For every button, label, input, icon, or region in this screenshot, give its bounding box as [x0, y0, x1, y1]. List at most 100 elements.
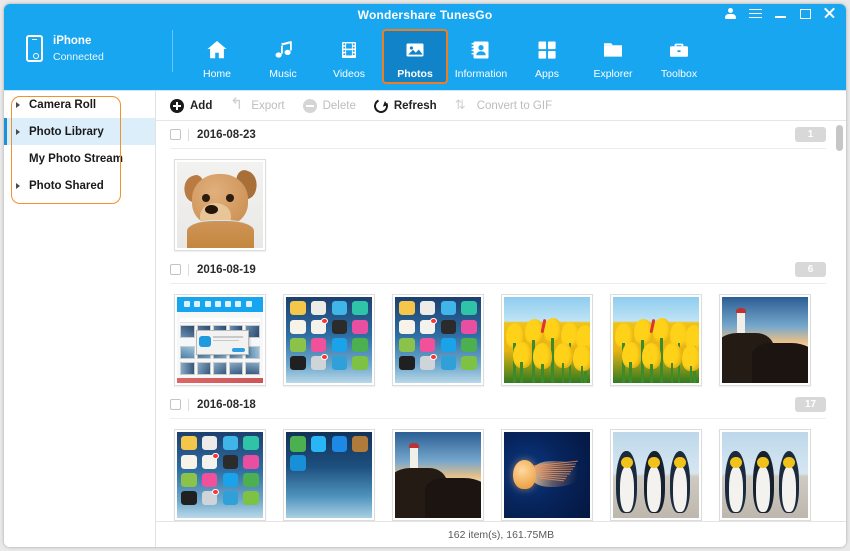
minimize-button[interactable]	[775, 9, 787, 19]
menu-icon[interactable]	[749, 9, 762, 19]
header-separator	[188, 264, 189, 276]
header-separator	[188, 129, 189, 141]
group-date-label: 2016-08-23	[197, 129, 256, 141]
gallery-scrollbar-thumb[interactable]	[836, 125, 843, 151]
main-navigation: Home Music Videos Photos Information Apps Expl…	[184, 29, 712, 84]
refresh-button[interactable]: Refresh	[374, 99, 437, 113]
account-icon[interactable]	[725, 8, 736, 19]
status-bar: 162 item(s), 161.75MB	[156, 521, 846, 547]
toolbar-button-label: Export	[251, 100, 284, 112]
folder-icon	[601, 37, 625, 63]
photo-thumbnail-row	[170, 284, 840, 391]
group-date-label: 2016-08-18	[197, 399, 256, 411]
sidebar-item-label: My Photo Stream	[29, 153, 123, 165]
photo-date-group: 2016-08-196	[170, 256, 840, 391]
group-count-badge: 1	[795, 127, 826, 142]
photo-thumbnail[interactable]	[283, 429, 375, 521]
group-select-checkbox[interactable]	[170, 129, 181, 140]
photo-thumbnail[interactable]	[610, 294, 702, 386]
refresh-icon	[372, 97, 390, 115]
photo-thumbnail-row	[170, 419, 840, 521]
app-header: Wondershare TunesGo iPhone Connected Hom…	[4, 4, 846, 90]
close-button[interactable]	[824, 8, 836, 19]
nav-item-videos[interactable]: Videos	[316, 29, 382, 84]
photo-date-group: 2016-08-23 1	[170, 121, 840, 256]
toolbar-button-label: Convert to GIF	[477, 100, 552, 112]
chevron-right-icon	[16, 129, 20, 135]
photo-thumbnail[interactable]	[610, 429, 702, 521]
photo-date-group: 2016-08-18 17	[170, 391, 840, 521]
nav-item-label: Videos	[333, 68, 365, 80]
picture-icon	[403, 37, 427, 63]
photo-thumbnail[interactable]	[501, 294, 593, 386]
group-select-checkbox[interactable]	[170, 264, 181, 275]
photo-thumbnail[interactable]	[392, 429, 484, 521]
nav-item-label: Music	[269, 68, 296, 80]
gallery-scrollbar[interactable]	[836, 125, 843, 517]
sidebar: Camera Roll Photo Library My Photo Stream P…	[4, 91, 156, 547]
device-name: iPhone	[53, 34, 104, 50]
header-divider	[172, 30, 173, 72]
nav-item-apps[interactable]: Apps	[514, 29, 580, 84]
title-bar: Wondershare TunesGo	[4, 4, 846, 30]
nav-item-information[interactable]: Information	[448, 29, 514, 84]
photo-thumbnail[interactable]	[719, 429, 811, 521]
music-note-icon	[271, 37, 295, 63]
app-body: Camera Roll Photo Library My Photo Stream P…	[4, 90, 846, 547]
group-count-badge: 6	[795, 262, 826, 277]
content-area: Add Export Delete Refresh Convert to GIF 201…	[156, 91, 846, 547]
nav-item-label: Home	[203, 68, 231, 80]
window-title: Wondershare TunesGo	[4, 8, 846, 22]
export-arrow-icon	[230, 99, 245, 113]
photo-thumbnail[interactable]	[392, 294, 484, 386]
photo-thumbnail[interactable]	[174, 294, 266, 386]
nav-item-explorer[interactable]: Explorer	[580, 29, 646, 84]
group-count-badge: 17	[795, 397, 826, 412]
nav-item-photos[interactable]: Photos	[382, 29, 448, 84]
nav-item-label: Apps	[535, 68, 559, 80]
film-strip-icon	[337, 37, 361, 63]
toolbar-button-label: Add	[190, 100, 212, 112]
convert-to-gif-button: Convert to GIF	[455, 99, 552, 112]
briefcase-icon	[667, 37, 691, 63]
maximize-button[interactable]	[800, 9, 811, 19]
photo-thumbnail[interactable]	[719, 294, 811, 386]
photo-thumbnail[interactable]	[501, 429, 593, 521]
window-controls	[725, 8, 836, 19]
sidebar-item-photo-shared[interactable]: Photo Shared	[4, 172, 155, 199]
nav-item-toolbox[interactable]: Toolbox	[646, 29, 712, 84]
nav-item-music[interactable]: Music	[250, 29, 316, 84]
add-button[interactable]: Add	[170, 99, 212, 113]
nav-item-label: Photos	[397, 68, 433, 80]
photo-thumbnail[interactable]	[174, 429, 266, 521]
nav-item-label: Toolbox	[661, 68, 697, 80]
action-toolbar: Add Export Delete Refresh Convert to GIF	[156, 91, 846, 121]
date-group-header: 2016-08-23 1	[170, 121, 826, 149]
group-select-checkbox[interactable]	[170, 399, 181, 410]
chevron-right-icon	[16, 183, 20, 189]
photo-thumbnail[interactable]	[283, 294, 375, 386]
plus-circle-icon	[170, 99, 184, 113]
export-button: Export	[230, 99, 284, 113]
photo-thumbnail[interactable]	[174, 159, 266, 251]
device-info[interactable]: iPhone Connected	[26, 34, 104, 64]
nav-item-label: Explorer	[593, 68, 632, 80]
nav-item-label: Information	[455, 68, 508, 80]
sidebar-item-label: Camera Roll	[29, 99, 96, 111]
chevron-right-icon	[16, 102, 20, 108]
minus-circle-icon	[303, 99, 317, 113]
convert-arrows-icon	[455, 99, 471, 112]
application-window: Wondershare TunesGo iPhone Connected Hom…	[4, 4, 846, 547]
photo-gallery[interactable]: 2016-08-23 1 2016-08-196 2016-08-18 17	[156, 121, 846, 521]
sidebar-item-camera-roll[interactable]: Camera Roll	[4, 91, 155, 118]
nav-item-home[interactable]: Home	[184, 29, 250, 84]
date-group-header: 2016-08-18 17	[170, 391, 826, 419]
sidebar-item-label: Photo Library	[29, 126, 104, 138]
sidebar-item-photo-library[interactable]: Photo Library	[4, 118, 155, 145]
sidebar-item-my-photo-stream[interactable]: My Photo Stream	[4, 145, 155, 172]
delete-button: Delete	[303, 99, 356, 113]
grid-squares-icon	[535, 37, 559, 63]
contact-card-icon	[469, 37, 493, 63]
header-separator	[188, 399, 189, 411]
toolbar-button-label: Delete	[323, 100, 356, 112]
